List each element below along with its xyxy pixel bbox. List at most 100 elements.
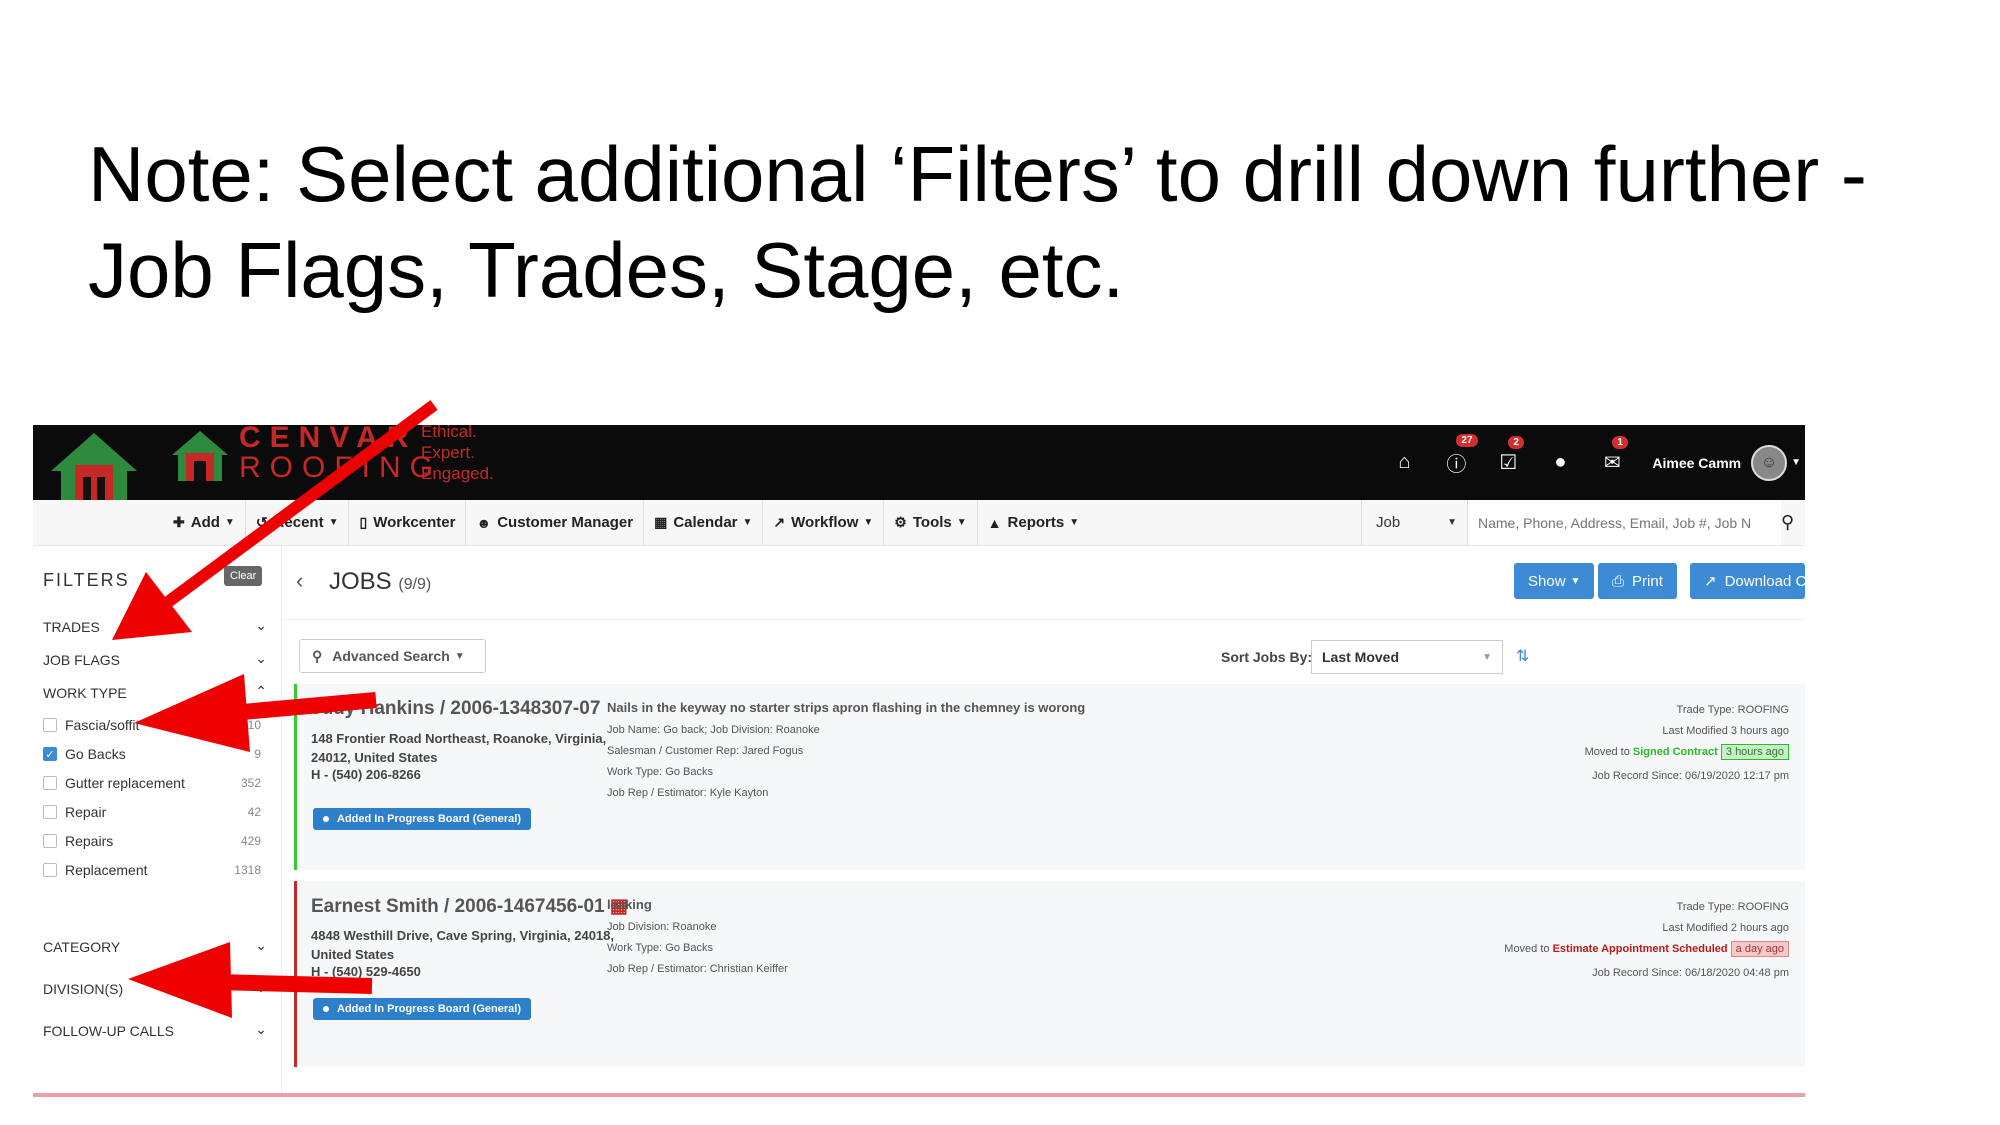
job-phone[interactable]: H - (540) 529-4650 — [311, 964, 421, 979]
home-icon[interactable]: ⌂ — [1392, 451, 1416, 474]
filters-title: FILTERS — [43, 570, 130, 590]
users-icon: ☻ — [476, 514, 492, 531]
download-csv-button[interactable]: ↗ Download CSV — [1690, 563, 1805, 599]
bottom-border — [33, 1093, 1805, 1097]
filter-work-type-label: WORK TYPE — [43, 685, 127, 701]
work-type-option[interactable]: Gutter replacement 352 — [43, 773, 273, 793]
nav-add[interactable]: ✚ Add ▼ — [163, 500, 246, 545]
nav-menu: ✚ Add ▼ ↺ Recent ▼ ▯ Workcenter ☻ Customer Man… — [163, 500, 1089, 545]
pill-label: Added In Progress Board (General) — [337, 813, 521, 825]
moved-to: Moved to Signed Contract 3 hours ago — [1585, 744, 1789, 760]
house-logo-icon[interactable] — [49, 431, 139, 503]
checkbox-checked[interactable]: ✓ — [43, 747, 57, 761]
search-icon[interactable]: ⚲ — [1781, 512, 1794, 533]
avatar[interactable]: ☺ — [1751, 444, 1788, 481]
filter-follow-up-label: FOLLOW-UP CALLS — [43, 1023, 174, 1039]
back-arrow-icon[interactable]: ‹ — [296, 568, 303, 594]
option-label: Repair — [65, 804, 107, 820]
nav-recent[interactable]: ↺ Recent ▼ — [246, 500, 350, 545]
caret-down-icon: ▼ — [454, 650, 465, 662]
tasks-icon[interactable]: ☑ 2 — [1496, 436, 1524, 475]
dot-icon — [323, 816, 329, 822]
work-type-option[interactable]: Fascia/soffit 10 — [43, 715, 273, 735]
nav-reports[interactable]: ▲ Reports ▼ — [978, 500, 1089, 545]
brand-name: CENVAR — [239, 425, 418, 454]
alerts-icon[interactable]: ⓘ 27 — [1444, 434, 1478, 477]
filter-follow-up-calls[interactable]: FOLLOW-UP CALLS ⌄ — [43, 1021, 273, 1039]
filter-category[interactable]: CATEGORY ⌄ — [43, 937, 273, 955]
history-icon: ↺ — [255, 514, 268, 530]
clear-filters-button[interactable]: Clear — [224, 566, 263, 586]
page-title: JOBS (9/9) — [329, 568, 431, 596]
filter-trades[interactable]: TRADES ⌄ — [43, 617, 273, 635]
checkbox[interactable] — [43, 718, 57, 732]
work-type-option[interactable]: ✓ Go Backs 9 — [43, 744, 273, 764]
moved-prefix: Moved to — [1504, 943, 1553, 955]
checkbox[interactable] — [43, 863, 57, 877]
sort-select[interactable]: Last Moved ▼ — [1311, 640, 1503, 674]
gear-icon: ⚙ — [894, 514, 907, 530]
chevron-up-icon: ⌃ — [255, 683, 267, 699]
chat-icon[interactable]: ● — [1548, 451, 1572, 474]
note-line-2: Job Flags, Trades, Stage, etc. — [88, 226, 1125, 314]
slogan-2: Expert. — [421, 443, 475, 462]
work-type-option[interactable]: Replacement 1318 — [43, 860, 273, 880]
checkbox[interactable] — [43, 834, 57, 848]
option-count: 352 — [240, 776, 261, 790]
show-button[interactable]: Show ▼ — [1514, 563, 1595, 599]
chevron-down-icon: ⌄ — [255, 979, 267, 995]
job-title[interactable]: Earnest Smith / 2006-1467456-01 ▦ — [311, 895, 628, 918]
option-count: 429 — [240, 834, 261, 848]
checkbox[interactable] — [43, 805, 57, 819]
job-card[interactable]: Earnest Smith / 2006-1467456-01 ▦ 4848 W… — [294, 881, 1805, 1067]
show-label: Show — [1528, 572, 1566, 590]
caret-down-icon: ▼ — [863, 517, 874, 528]
nav-customer-manager[interactable]: ☻ Customer Manager — [466, 500, 645, 545]
job-address: 4848 Westhill Drive, Cave Spring, Virgin… — [311, 928, 614, 962]
caret-down-icon: ▼ — [1447, 517, 1457, 528]
line-chart-icon: ↗ — [773, 514, 786, 530]
nav-calendar[interactable]: ▦ Calendar ▼ — [644, 500, 764, 545]
filter-job-flags[interactable]: JOB FLAGS ⌄ — [43, 650, 273, 668]
print-button[interactable]: ⎙ Print — [1598, 563, 1677, 599]
alerts-badge: 27 — [1456, 434, 1478, 447]
work-type-option[interactable]: Repairs 429 — [43, 831, 273, 851]
nav-tools[interactable]: ⚙ Tools ▼ — [884, 500, 978, 545]
search-type-value: Job — [1376, 514, 1401, 531]
user-name[interactable]: Aimee Camm — [1652, 455, 1741, 471]
mail-icon[interactable]: ✉ 1 — [1600, 436, 1628, 475]
job-detail-line: Work Type: Go Backs — [607, 942, 713, 954]
search-input[interactable] — [1467, 500, 1781, 545]
option-count: 1318 — [234, 863, 261, 877]
nav-workflow[interactable]: ↗ Workflow ▼ — [763, 500, 885, 545]
search-type-select[interactable]: Job ▼ — [1361, 500, 1467, 545]
job-title[interactable]: Judy Hankins / 2006-1348307-07 — [311, 698, 600, 720]
calendar-icon: ▦ — [654, 514, 668, 530]
advanced-search-button[interactable]: ⚲ Advanced Search ▼ — [299, 639, 486, 673]
jobs-count: (9/9) — [398, 576, 432, 593]
nav-calendar-label: Calendar — [673, 514, 738, 531]
plus-icon: ✚ — [173, 514, 185, 530]
job-detail-line: Work Type: Go Backs — [607, 766, 713, 778]
app-screenshot: CENVAR ROOFING Ethical. Expert. Engaged.… — [33, 425, 1805, 1097]
checkbox[interactable] — [43, 776, 57, 790]
slogan-1: Ethical. — [421, 425, 477, 441]
job-card[interactable]: Judy Hankins / 2006-1348307-07 148 Front… — [294, 684, 1805, 870]
note-text: Note: Select additional ‘Filters’ to dri… — [88, 126, 1948, 318]
nav-workflow-label: Workflow — [791, 514, 859, 531]
sort-direction-icon[interactable]: ⇅ — [1516, 646, 1529, 666]
nav-workcenter[interactable]: ▯ Workcenter — [349, 500, 467, 545]
filter-work-type[interactable]: WORK TYPE ⌃ — [43, 683, 273, 701]
work-type-option[interactable]: Repair 42 — [43, 802, 273, 822]
brand-name-2: ROOFING — [239, 451, 442, 484]
moved-ago-badge: a day ago — [1730, 941, 1789, 957]
sort-value: Last Moved — [1322, 649, 1400, 665]
filter-divisions[interactable]: DIVISION(S) ⌄ — [43, 979, 273, 997]
chevron-down-icon: ⌄ — [255, 1021, 267, 1037]
tablet-icon: ▯ — [359, 514, 368, 530]
nav-bar: ✚ Add ▼ ↺ Recent ▼ ▯ Workcenter ☻ Customer Man… — [33, 500, 1805, 546]
job-detail-line: Job Rep / Estimator: Christian Keiffer — [607, 963, 788, 975]
user-menu-caret-icon[interactable]: ▼ — [1791, 457, 1801, 468]
job-phone[interactable]: H - (540) 206-8266 — [311, 767, 421, 782]
option-count: 10 — [247, 718, 261, 732]
